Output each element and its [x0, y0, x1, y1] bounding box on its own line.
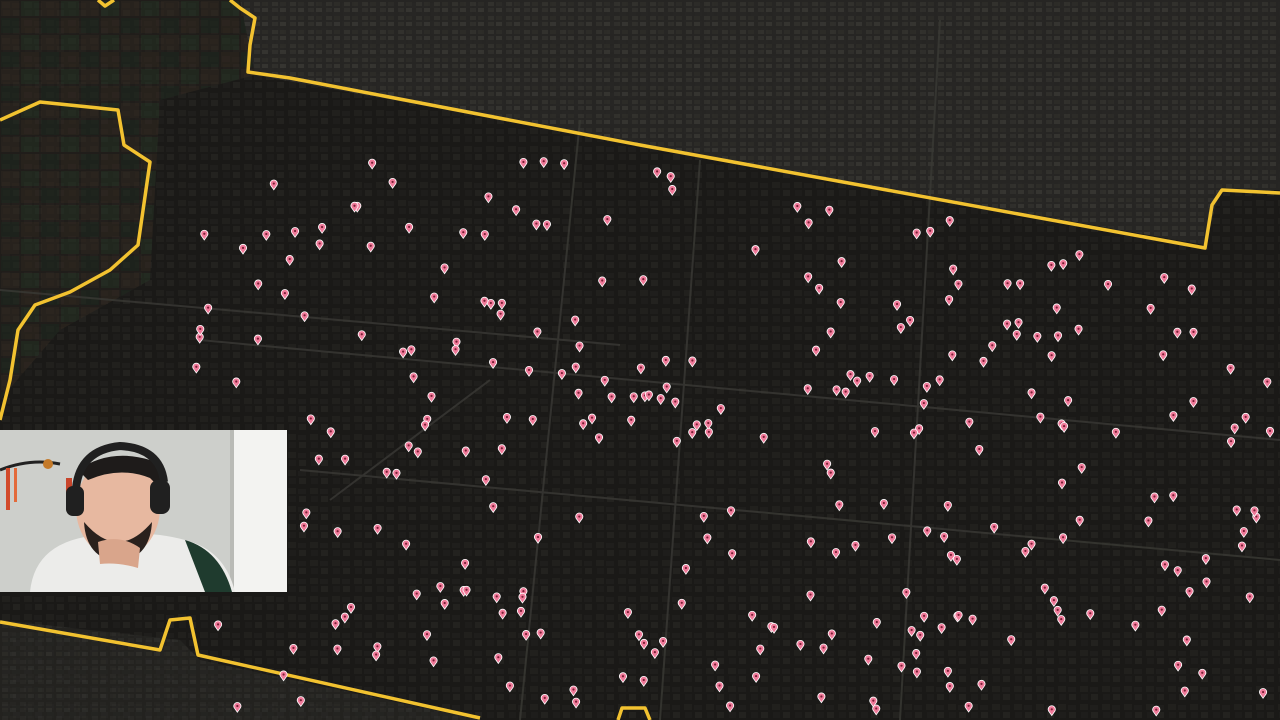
satellite-map[interactable]: [0, 0, 1280, 720]
webcam-overlay: [0, 430, 287, 592]
map-stage: [0, 0, 1280, 720]
